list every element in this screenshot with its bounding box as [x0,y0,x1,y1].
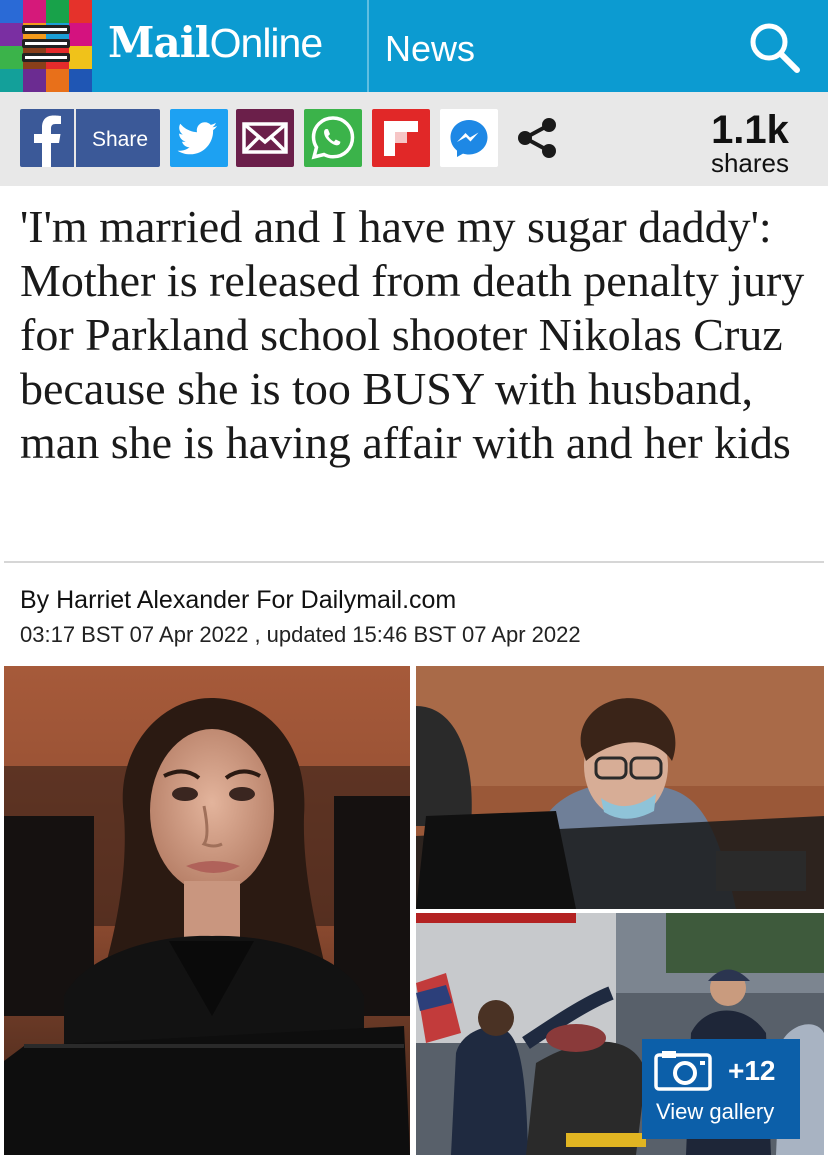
share-count-label: shares [710,148,790,178]
camera-icon [654,1051,712,1091]
whatsapp-button[interactable] [304,109,362,167]
logo-mail: Mail [108,18,211,67]
messenger-icon [450,120,488,157]
whatsapp-icon [311,116,355,160]
hamburger-icon [22,25,70,69]
defendant-photo[interactable] [416,666,824,909]
share-count: 1.1k shares [690,110,810,176]
flipboard-button[interactable] [372,109,430,167]
article-headline: 'I'm married and I have my sugar daddy':… [20,201,805,468]
facebook-share-button[interactable]: Share [20,109,160,167]
search-icon [750,23,800,73]
share-count-number: 1.1k [711,108,789,152]
gallery-label: View gallery [656,1099,775,1124]
headline-divider [4,561,824,563]
search-button[interactable] [745,18,805,74]
top-header: MailOnline News [0,0,828,92]
facebook-share-label: Share [91,128,149,151]
more-share-button[interactable] [508,109,566,167]
facebook-icon [20,109,76,167]
judge-photo[interactable] [4,666,410,1155]
header-divider [367,0,369,92]
site-logo[interactable]: MailOnline [108,18,324,74]
email-button[interactable] [236,109,294,167]
menu-button[interactable] [0,0,92,92]
share-icon [518,118,556,158]
gallery-count: +12 [728,1055,776,1086]
messenger-button[interactable] [440,109,498,167]
section-title[interactable]: News [385,28,475,70]
twitter-button[interactable] [170,109,228,167]
view-gallery-button[interactable]: +12 View gallery [642,1039,800,1139]
email-icon [242,122,288,154]
flipboard-icon [384,121,418,156]
twitter-icon [177,122,218,155]
article-byline[interactable]: By Harriet Alexander For Dailymail.com [20,586,456,615]
article-dateline: 03:17 BST 07 Apr 2022 , updated 15:46 BS… [20,622,581,647]
logo-online: Online [209,20,324,66]
